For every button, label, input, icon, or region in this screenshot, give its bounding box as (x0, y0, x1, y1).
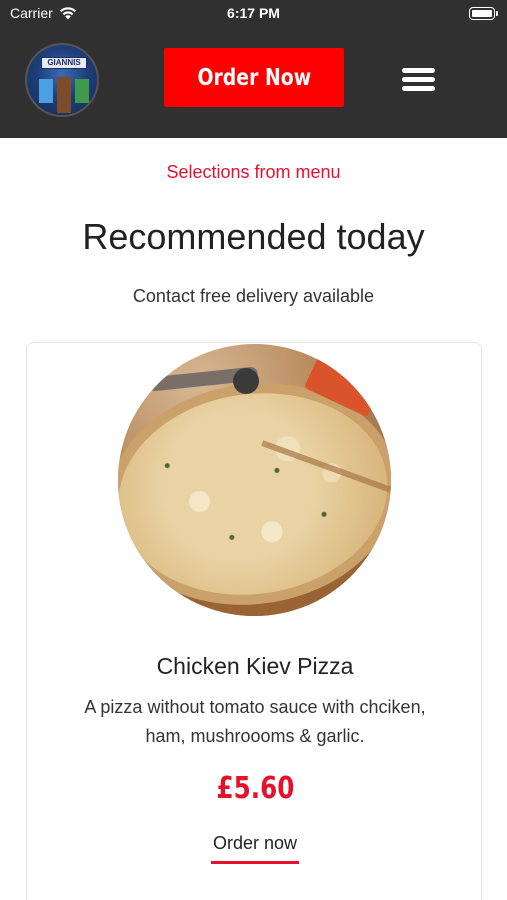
logo-door (57, 77, 71, 113)
item-name: Chicken Kiev Pizza (156, 653, 354, 679)
order-now-label: Order Now (197, 64, 311, 91)
battery-icon (469, 7, 498, 20)
item-price: £5.60 (27, 771, 483, 806)
status-bar: Carrier 6:17 PM (0, 0, 507, 28)
item-price-value: £5.60 (216, 771, 294, 806)
section-subtitle: Contact free delivery available (132, 286, 375, 306)
page-title: Recommended today (82, 216, 425, 257)
logo-window-right (75, 79, 89, 103)
item-order-link[interactable]: Order now (211, 833, 299, 864)
item-description: A pizza without tomato sauce with chcike… (84, 697, 426, 746)
order-now-button[interactable]: Order Now (164, 48, 344, 107)
status-time: 6:17 PM (227, 5, 280, 21)
header: GIANNIS Order Now (0, 28, 507, 138)
logo-sign: GIANNIS (41, 57, 87, 69)
hamburger-menu-icon[interactable] (400, 66, 436, 94)
store-logo[interactable]: GIANNIS (25, 43, 99, 117)
menu-item-card: Chicken Kiev Pizza A pizza without tomat… (26, 342, 482, 900)
section-eyebrow: Selections from menu (166, 162, 341, 182)
logo-window-left (39, 79, 53, 103)
pizza-image (118, 344, 391, 616)
